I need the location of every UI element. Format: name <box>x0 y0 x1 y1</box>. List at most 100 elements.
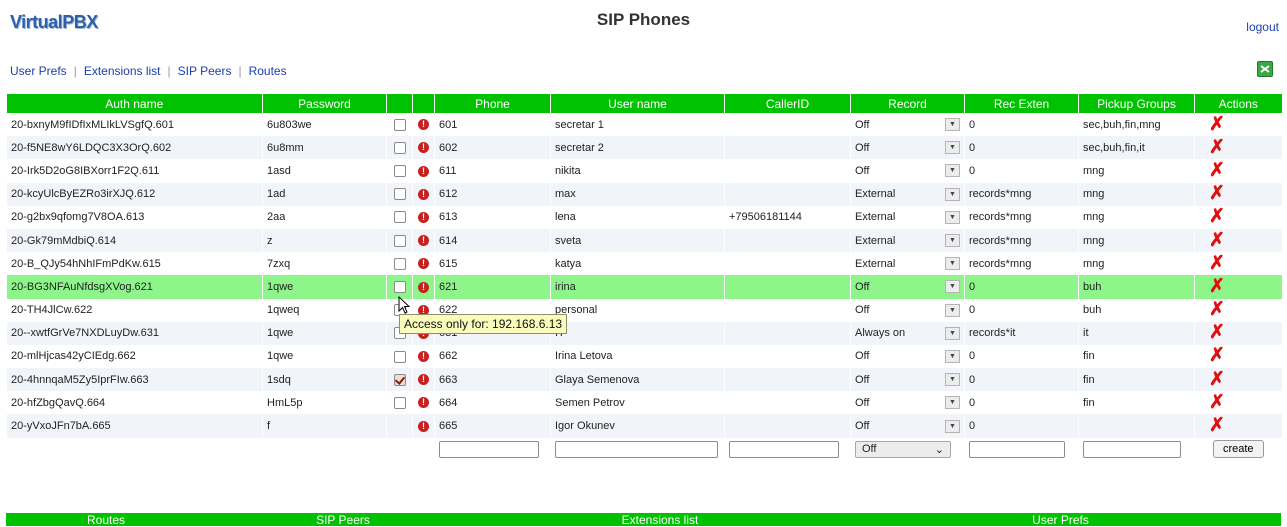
record-select[interactable]: External ▼ <box>850 205 965 229</box>
nav-sip-peers[interactable]: SIP Peers <box>178 64 232 78</box>
nav-routes[interactable]: Routes <box>249 64 287 78</box>
dropdown-arrow-icon[interactable]: ▼ <box>945 396 960 410</box>
user-name-cell: IT <box>550 321 725 345</box>
dropdown-arrow-icon[interactable]: ▼ <box>945 349 960 363</box>
dropdown-arrow-icon[interactable]: ▼ <box>945 234 960 248</box>
dropdown-arrow-icon[interactable]: ▼ <box>945 257 960 271</box>
record-select[interactable]: External ▼ <box>850 228 965 253</box>
password-cell: HmL5p <box>262 391 387 415</box>
dropdown-arrow-icon[interactable]: ▼ <box>945 280 960 294</box>
delete-icon[interactable]: ✗ <box>1209 299 1225 320</box>
record-select[interactable]: Off ▼ <box>850 275 965 299</box>
access-checkbox[interactable] <box>393 257 406 270</box>
table-row[interactable]: 20-kcyUlcByEZRo3irXJQ.612 1ad! 612 max Exter… <box>6 182 1282 206</box>
record-select[interactable]: Off ▼ <box>850 159 965 183</box>
access-checkbox[interactable] <box>393 396 406 409</box>
record-select[interactable]: Off ▼ <box>850 368 965 392</box>
table-row[interactable]: 20-g2bx9qfomg7V8OA.613 2aa! 613 lena +795061… <box>6 205 1282 229</box>
callerid-cell: +79506181144 <box>724 205 851 229</box>
table-row[interactable]: 20--xwtfGrVe7NXDLuyDw.6311qwe!631ITAlway… <box>6 321 1282 345</box>
user-name-cell: Igor Okunev <box>550 414 725 438</box>
access-checkbox[interactable] <box>393 373 406 386</box>
record-select[interactable]: External ▼ <box>850 252 965 276</box>
phone-cell: 621 <box>434 275 551 299</box>
logout-link[interactable]: logout <box>1246 20 1279 34</box>
record-select[interactable]: Off ▼ <box>850 136 965 160</box>
record-select[interactable]: Off ▼ <box>850 414 965 438</box>
delete-icon[interactable]: ✗ <box>1209 206 1225 227</box>
table-row[interactable]: 20-hfZbgQavQ.664 HmL5p! 664 Semen Petrov Off… <box>6 391 1282 415</box>
table-row[interactable]: 20-yVxoJFn7bA.665 f! 665 Igor Okunev Off ▼ 0 ✗ <box>6 414 1282 438</box>
table-row[interactable]: 20-mlHjcas42yCIEdg.662 1qwe! 662 Irina Leto… <box>6 344 1282 369</box>
table-row[interactable]: 20-Gk79mMdbiQ.614 z! 614 sveta External ▼ reco… <box>6 228 1282 253</box>
table-row[interactable]: 20-B_QJy54hNhIFmPdKw.615 7zxq! 615 katya Ext… <box>6 252 1282 276</box>
delete-icon[interactable]: ✗ <box>1209 230 1225 251</box>
table-row[interactable]: 20-f5NE8wY6LDQC3X3OrQ.602 6u8mm! 602 secret… <box>6 136 1282 160</box>
footer-routes[interactable]: Routes <box>6 513 206 527</box>
record-value: Off <box>855 304 870 317</box>
table-row[interactable]: 20-4hnnqaM5Zy5IprFIw.663 1sdq! 663 Glaya Se… <box>6 368 1282 392</box>
sip-phones-table: Auth name Password Phone User name Calle… <box>6 94 1282 461</box>
dropdown-arrow-icon[interactable]: ▼ <box>945 373 960 387</box>
access-checkbox[interactable] <box>393 350 406 363</box>
access-checkbox[interactable] <box>393 188 406 201</box>
dropdown-arrow-icon[interactable]: ▼ <box>945 303 960 317</box>
table-row[interactable]: 20-bxnyM9fIDfIxMLIkLVSgfQ.601 6u803we! 601… <box>6 113 1282 137</box>
col-phone: Phone <box>434 94 551 113</box>
delete-icon[interactable]: ✗ <box>1209 114 1225 135</box>
delete-icon[interactable]: ✗ <box>1209 345 1225 366</box>
new-phone-input[interactable] <box>439 440 539 458</box>
access-checkbox[interactable] <box>393 280 406 293</box>
nav-extensions-list[interactable]: Extensions list <box>84 64 161 78</box>
footer-user-prefs[interactable]: User Prefs <box>840 513 1281 527</box>
new-user-name-input[interactable] <box>555 440 718 458</box>
access-checkbox[interactable] <box>393 234 406 247</box>
delete-icon[interactable]: ✗ <box>1209 369 1225 390</box>
new-rec-exten-input[interactable] <box>969 440 1065 458</box>
record-select[interactable]: Off ▼ <box>850 344 965 369</box>
pickup-groups-cell: mng <box>1078 159 1195 183</box>
create-button[interactable]: create <box>1212 440 1264 459</box>
table-row[interactable]: 20-Irk5D2oG8IBXorr1F2Q.611 1asd! 611 nikita… <box>6 159 1282 183</box>
pickup-groups-cell: mng <box>1078 205 1195 229</box>
delete-icon[interactable]: ✗ <box>1209 253 1225 274</box>
dropdown-arrow-icon[interactable]: ▼ <box>945 164 960 178</box>
record-select[interactable]: Off ▼ <box>850 113 965 137</box>
dropdown-arrow-icon[interactable]: ▼ <box>945 187 960 201</box>
nav-user-prefs[interactable]: User Prefs <box>10 64 67 78</box>
table-header-row: Auth name Password Phone User name Calle… <box>6 94 1282 113</box>
new-callerid-input[interactable] <box>729 440 839 458</box>
delete-icon[interactable]: ✗ <box>1209 160 1225 181</box>
dropdown-arrow-icon[interactable]: ▼ <box>945 326 960 340</box>
delete-icon[interactable]: ✗ <box>1209 392 1225 413</box>
password-cell: f <box>262 414 387 438</box>
record-value: Off <box>855 118 870 131</box>
pickup-groups-cell: sec,buh,fin,it <box>1078 136 1195 160</box>
table-row[interactable]: 20-BG3NFAuNfdsgXVog.621 1qwe! 621 irina Off ▼… <box>6 275 1282 299</box>
delete-icon[interactable]: ✗ <box>1209 415 1225 436</box>
delete-icon[interactable]: ✗ <box>1209 137 1225 158</box>
record-select[interactable]: Off ▼ <box>850 298 965 322</box>
dropdown-arrow-icon[interactable]: ▼ <box>945 118 960 132</box>
dropdown-arrow-icon[interactable]: ▼ <box>945 210 960 224</box>
access-checkbox[interactable] <box>393 141 406 154</box>
access-checkbox[interactable] <box>393 165 406 178</box>
delete-icon[interactable]: ✗ <box>1209 322 1225 343</box>
delete-icon[interactable]: ✗ <box>1209 183 1225 204</box>
record-select[interactable]: External ▼ <box>850 182 965 206</box>
dropdown-arrow-icon[interactable]: ▼ <box>945 419 960 433</box>
record-select[interactable]: Off ▼ <box>850 391 965 415</box>
dropdown-arrow-icon[interactable]: ▼ <box>945 141 960 155</box>
footer-extensions-list[interactable]: Extensions list <box>480 513 840 527</box>
pickup-groups-cell: mng <box>1078 228 1195 253</box>
table-row[interactable]: 20-TH4JlCw.622 1qweq! 622 personal Off ▼ 0 buh ✗ <box>6 298 1282 322</box>
new-pickup-groups-input[interactable] <box>1083 440 1181 458</box>
delete-icon[interactable]: ✗ <box>1209 276 1225 297</box>
access-checkbox[interactable] <box>393 118 406 131</box>
record-select[interactable]: Always on ▼ <box>850 321 965 345</box>
access-checkbox[interactable] <box>393 211 406 224</box>
footer-sip-peers[interactable]: SIP Peers <box>206 513 480 527</box>
new-record-select[interactable]: Off ⌄ <box>855 440 951 458</box>
spreadsheet-export-icon[interactable] <box>1257 61 1273 77</box>
alert-icon: ! <box>418 281 429 293</box>
